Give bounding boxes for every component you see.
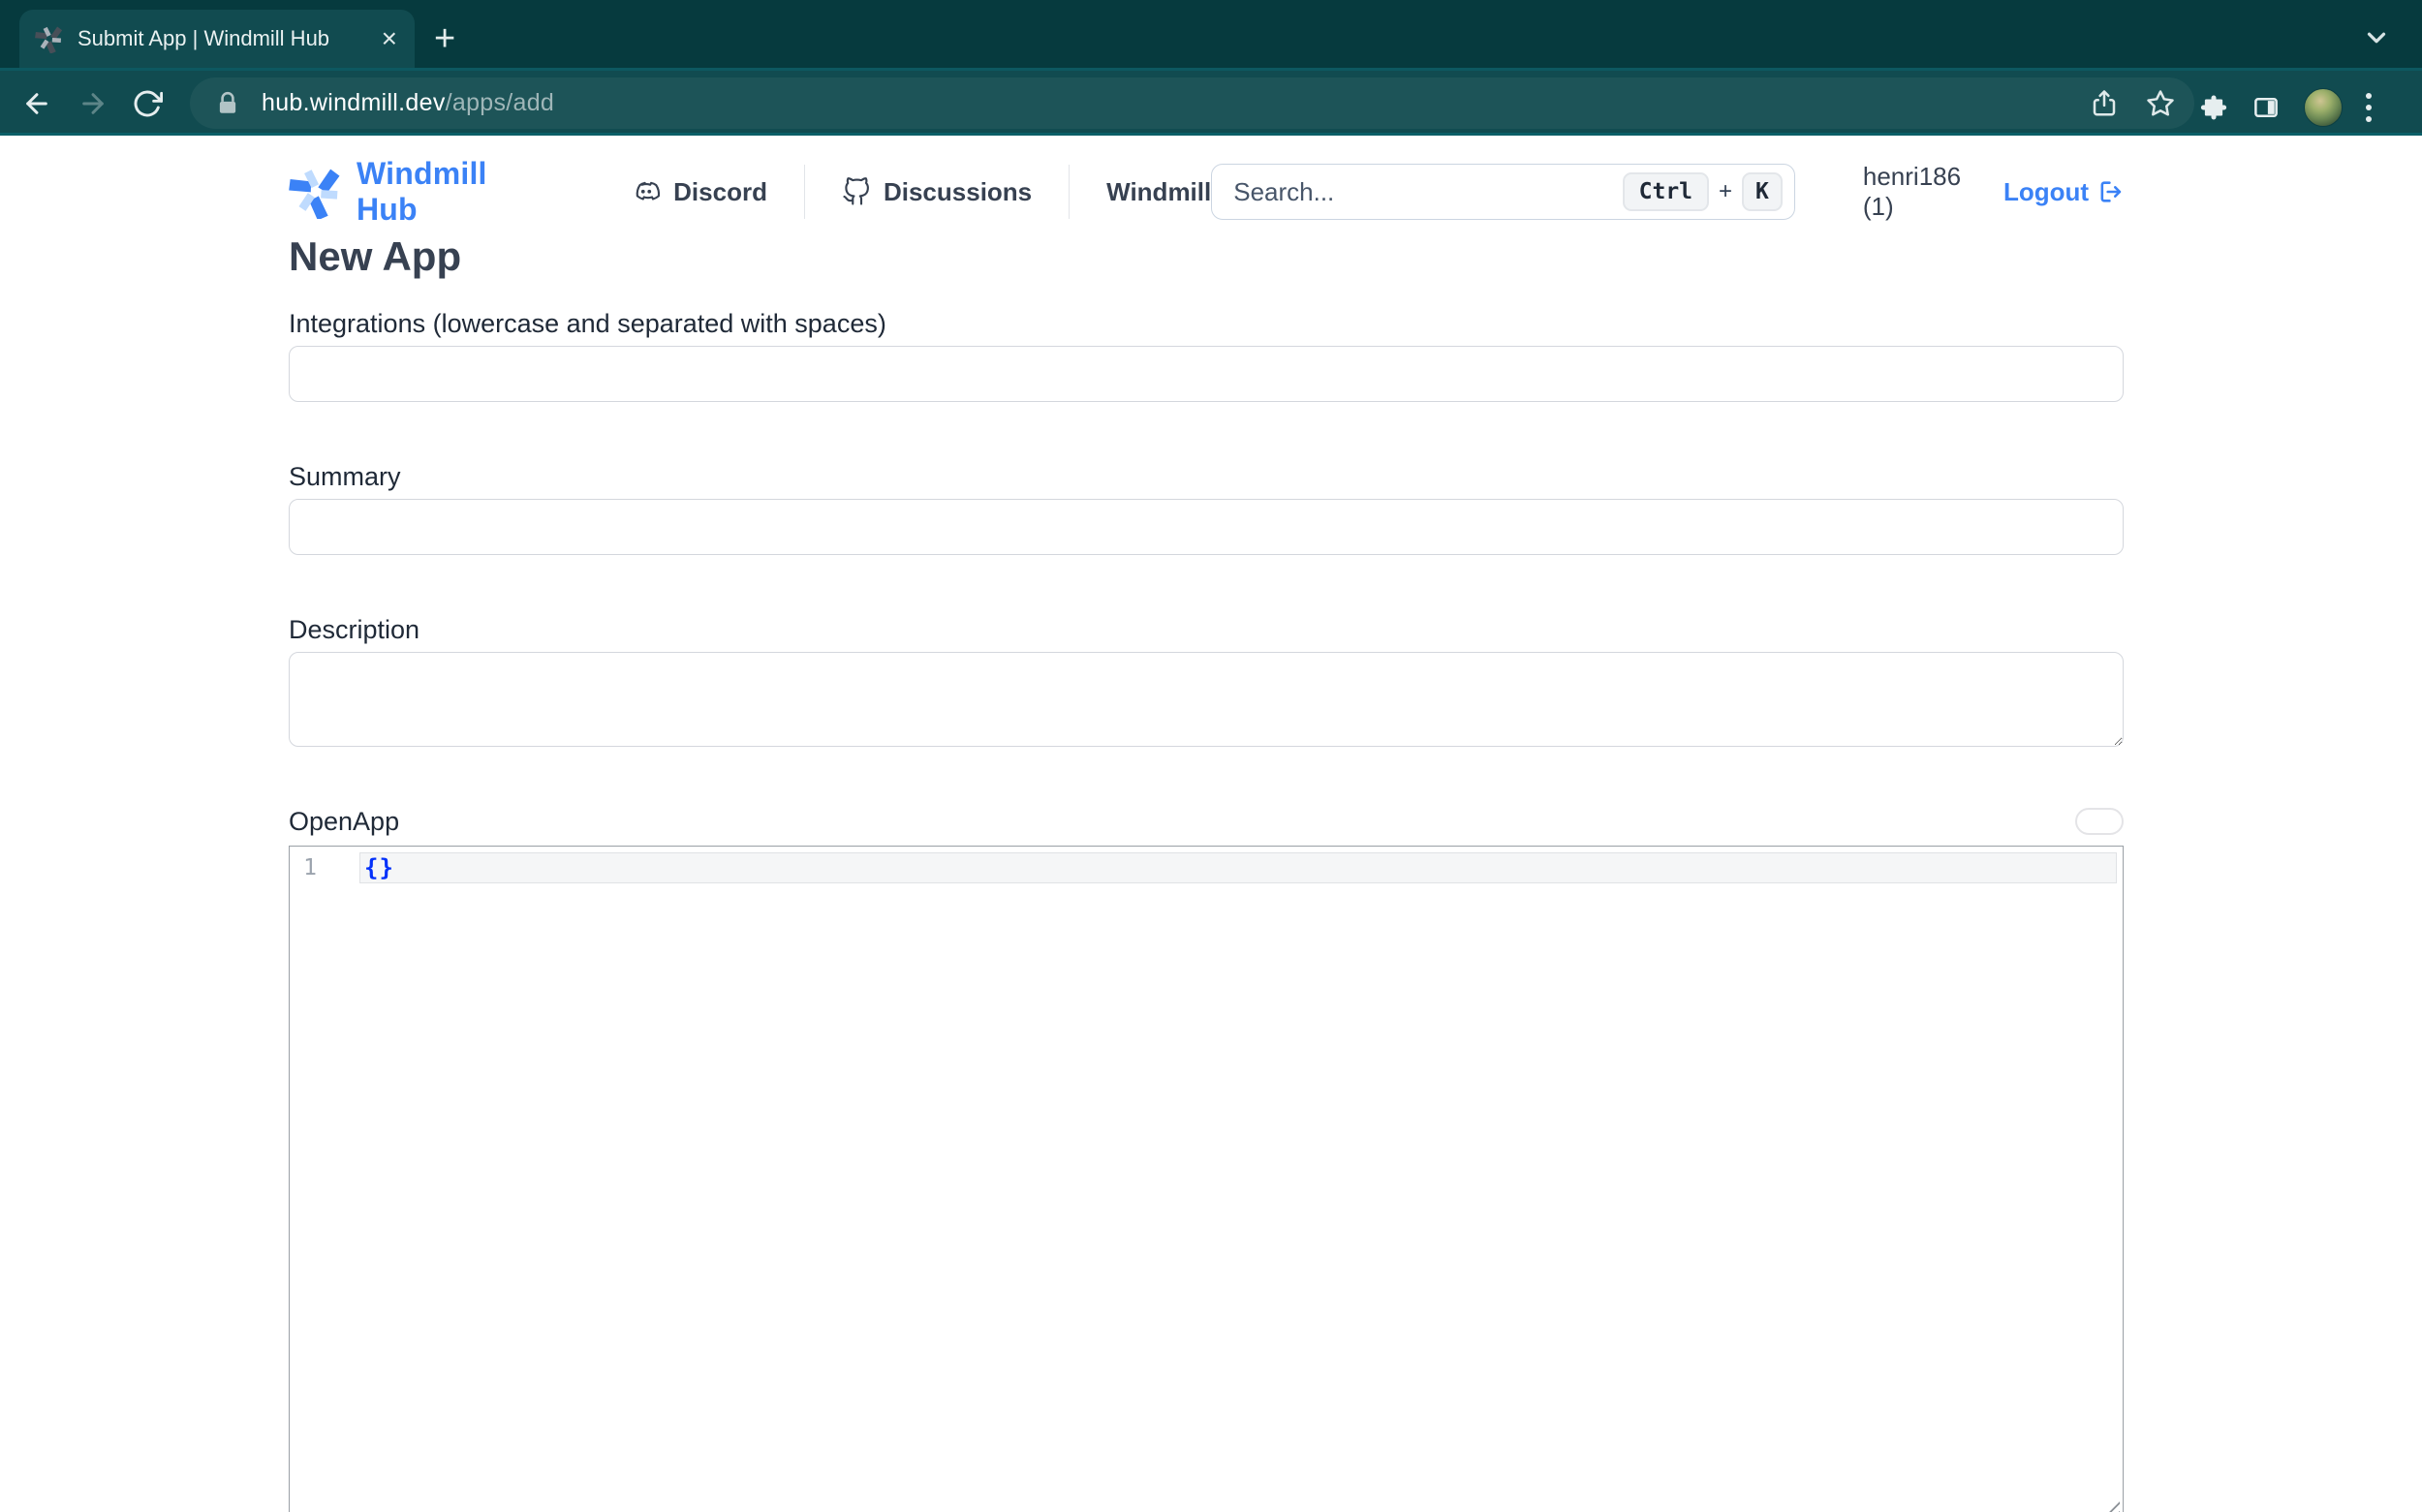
search-input[interactable]: Search... Ctrl + K bbox=[1211, 164, 1795, 220]
share-icon[interactable] bbox=[2090, 89, 2119, 118]
kbd-k: K bbox=[1742, 172, 1783, 211]
page-title: New App bbox=[289, 233, 2124, 280]
editor-resize-handle[interactable] bbox=[2100, 1501, 2120, 1512]
browser-menu-icon[interactable] bbox=[2366, 93, 2372, 122]
tab-favicon-windmill-icon bbox=[35, 24, 64, 53]
kbd-ctrl: Ctrl bbox=[1623, 172, 1709, 211]
browser-chrome: Submit App | Windmill Hub × + hub.windmi… bbox=[0, 0, 2422, 136]
username: henri186 (1) bbox=[1863, 162, 1980, 222]
description-textarea[interactable] bbox=[289, 652, 2124, 747]
page: Windmill Hub Discord Discussions bbox=[0, 160, 2422, 1512]
forward-icon[interactable] bbox=[78, 88, 109, 119]
current-line-highlight[interactable]: {} bbox=[359, 852, 2117, 883]
description-label: Description bbox=[289, 613, 2124, 646]
search-placeholder: Search... bbox=[1233, 177, 1622, 207]
openapp-toggle[interactable] bbox=[2075, 808, 2124, 835]
integrations-input[interactable] bbox=[289, 346, 2124, 402]
nav-item-discord[interactable]: Discord bbox=[632, 177, 767, 207]
openapp-row: OpenApp bbox=[289, 805, 2124, 838]
summary-label: Summary bbox=[289, 460, 2124, 493]
openapp-label: OpenApp bbox=[289, 805, 399, 838]
line-number: 1 bbox=[290, 855, 317, 880]
tab-title: Submit App | Windmill Hub bbox=[78, 26, 372, 51]
bookmark-star-icon[interactable] bbox=[2146, 89, 2175, 118]
integrations-label: Integrations (lowercase and separated wi… bbox=[289, 307, 2124, 340]
address-bar[interactable]: hub.windmill.dev/apps/add bbox=[190, 77, 2194, 129]
code-content: {} bbox=[364, 854, 394, 881]
discord-icon bbox=[632, 177, 661, 206]
top-nav: Discord Discussions Windmill bbox=[632, 165, 1211, 219]
github-icon bbox=[842, 177, 871, 206]
logout-icon bbox=[2096, 178, 2124, 205]
lock-icon[interactable] bbox=[215, 91, 240, 116]
brand[interactable]: Windmill Hub bbox=[289, 156, 539, 228]
back-icon[interactable] bbox=[21, 88, 52, 119]
nav-item-discussions[interactable]: Discussions bbox=[842, 177, 1032, 207]
nav-item-windmill[interactable]: Windmill bbox=[1106, 177, 1211, 207]
site-header: Windmill Hub Discord Discussions bbox=[289, 160, 2124, 224]
openapp-code-editor[interactable]: 1 {} bbox=[289, 846, 2124, 1512]
toolbar-right-icons bbox=[2199, 88, 2422, 127]
profile-avatar[interactable] bbox=[2304, 88, 2343, 127]
nav-divider bbox=[1069, 165, 1070, 219]
browser-toolbar: hub.windmill.dev/apps/add bbox=[0, 68, 2422, 136]
new-tab-button[interactable]: + bbox=[434, 21, 455, 56]
tab-search-chevron-icon[interactable] bbox=[2362, 23, 2391, 52]
windmill-logo-icon bbox=[289, 165, 343, 219]
nav-item-label: Discord bbox=[673, 177, 767, 207]
tab-close-icon[interactable]: × bbox=[382, 25, 397, 52]
extensions-puzzle-icon[interactable] bbox=[2199, 93, 2228, 122]
logout-label: Logout bbox=[2003, 177, 2089, 207]
url-host: hub.windmill.dev bbox=[262, 89, 446, 116]
kbd-plus: + bbox=[1719, 178, 1732, 205]
brand-name: Windmill Hub bbox=[357, 156, 539, 228]
nav-item-label: Discussions bbox=[884, 177, 1032, 207]
account-area: henri186 (1) Logout bbox=[1863, 162, 2124, 222]
reload-icon[interactable] bbox=[132, 88, 163, 119]
tab-strip: Submit App | Windmill Hub × + bbox=[0, 0, 2422, 68]
browser-tab[interactable]: Submit App | Windmill Hub × bbox=[19, 10, 415, 68]
summary-input[interactable] bbox=[289, 499, 2124, 555]
omnibox-actions bbox=[2090, 89, 2175, 118]
url-text[interactable]: hub.windmill.dev/apps/add bbox=[262, 89, 554, 117]
nav-item-label: Windmill bbox=[1106, 177, 1211, 207]
code-line-row: 1 {} bbox=[290, 852, 2123, 883]
logout-link[interactable]: Logout bbox=[2003, 177, 2124, 207]
content-container: Windmill Hub Discord Discussions bbox=[289, 160, 2124, 1512]
nav-divider bbox=[804, 165, 805, 219]
side-panel-icon[interactable] bbox=[2251, 93, 2281, 122]
url-path: /apps/add bbox=[446, 89, 555, 116]
